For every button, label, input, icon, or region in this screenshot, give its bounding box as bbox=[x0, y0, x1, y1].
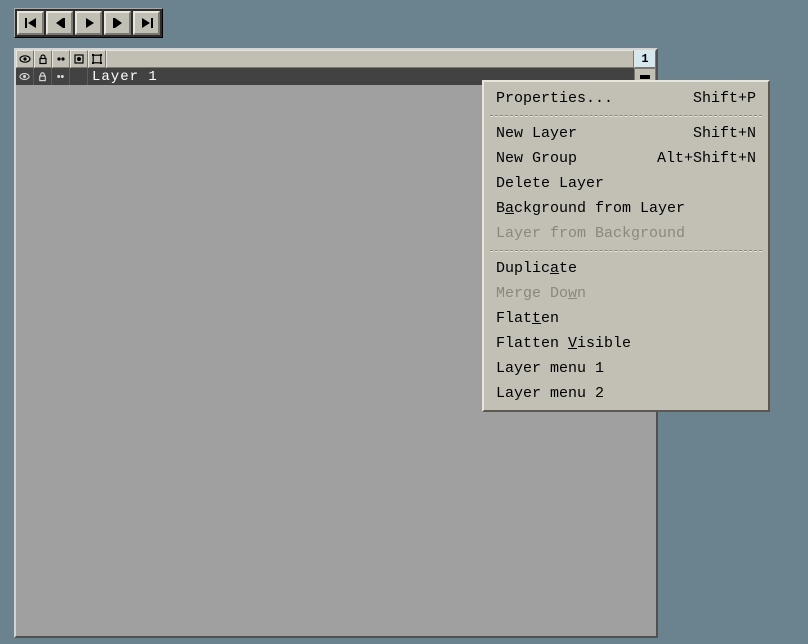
playback-toolbar bbox=[14, 8, 163, 38]
menu-item-label: Duplicate bbox=[496, 260, 756, 277]
menu-item-flatten-visible[interactable]: Flatten Visible bbox=[484, 331, 768, 356]
layer-visibility-toggle[interactable] bbox=[16, 68, 34, 85]
menu-item-layer-menu-2[interactable]: Layer menu 2 bbox=[484, 381, 768, 406]
layer-lock-toggle[interactable] bbox=[34, 68, 52, 85]
menu-item-label: Properties... bbox=[496, 90, 683, 107]
layer-context-menu: Properties...Shift+PNew LayerShift+NNew … bbox=[482, 80, 770, 412]
layer-name[interactable]: Layer 1 bbox=[88, 69, 158, 85]
mask-column-header[interactable] bbox=[70, 50, 88, 68]
menu-item-label: Merge Down bbox=[496, 285, 756, 302]
layer-linked-toggle[interactable] bbox=[52, 68, 70, 85]
prev-frame-button[interactable] bbox=[46, 11, 73, 35]
menu-item-label: Layer menu 2 bbox=[496, 385, 756, 402]
menu-item-label: Layer from Background bbox=[496, 225, 756, 242]
layers-header-row: 1 bbox=[16, 50, 656, 68]
visibility-column-header[interactable] bbox=[16, 50, 34, 68]
menu-item-label: New Group bbox=[496, 150, 647, 167]
layer-mask-cell[interactable] bbox=[70, 68, 88, 85]
menu-separator bbox=[490, 250, 762, 252]
last-frame-button[interactable] bbox=[133, 11, 160, 35]
menu-item-label: Flatten Visible bbox=[496, 335, 756, 352]
bounds-column-header[interactable] bbox=[88, 50, 106, 68]
menu-item-duplicate[interactable]: Duplicate bbox=[484, 256, 768, 281]
menu-item-shortcut: Shift+P bbox=[693, 90, 756, 107]
menu-item-delete-layer[interactable]: Delete Layer bbox=[484, 171, 768, 196]
menu-item-layer-menu-1[interactable]: Layer menu 1 bbox=[484, 356, 768, 381]
menu-item-background-from-layer[interactable]: Background from Layer bbox=[484, 196, 768, 221]
menu-item-shortcut: Alt+Shift+N bbox=[657, 150, 756, 167]
lock-column-header[interactable] bbox=[34, 50, 52, 68]
menu-item-flatten[interactable]: Flatten bbox=[484, 306, 768, 331]
layer-name-column-header bbox=[106, 50, 634, 68]
menu-item-label: New Layer bbox=[496, 125, 683, 142]
play-button[interactable] bbox=[75, 11, 102, 35]
menu-separator bbox=[490, 115, 762, 117]
linked-column-header[interactable] bbox=[52, 50, 70, 68]
menu-item-label: Layer menu 1 bbox=[496, 360, 756, 377]
menu-item-properties[interactable]: Properties... Shift+P bbox=[484, 86, 768, 111]
first-frame-button[interactable] bbox=[17, 11, 44, 35]
menu-item-merge-down: Merge Down bbox=[484, 281, 768, 306]
menu-item-layer-from-background: Layer from Background bbox=[484, 221, 768, 246]
menu-item-label: Delete Layer bbox=[496, 175, 756, 192]
menu-item-label: Flatten bbox=[496, 310, 756, 327]
menu-item-shortcut: Shift+N bbox=[693, 125, 756, 142]
menu-item-label: Background from Layer bbox=[496, 200, 756, 217]
frame-column-header[interactable]: 1 bbox=[634, 50, 656, 68]
next-frame-button[interactable] bbox=[104, 11, 131, 35]
menu-item-new-group[interactable]: New Group Alt+Shift+N bbox=[484, 146, 768, 171]
menu-item-new-layer[interactable]: New Layer Shift+N bbox=[484, 121, 768, 146]
